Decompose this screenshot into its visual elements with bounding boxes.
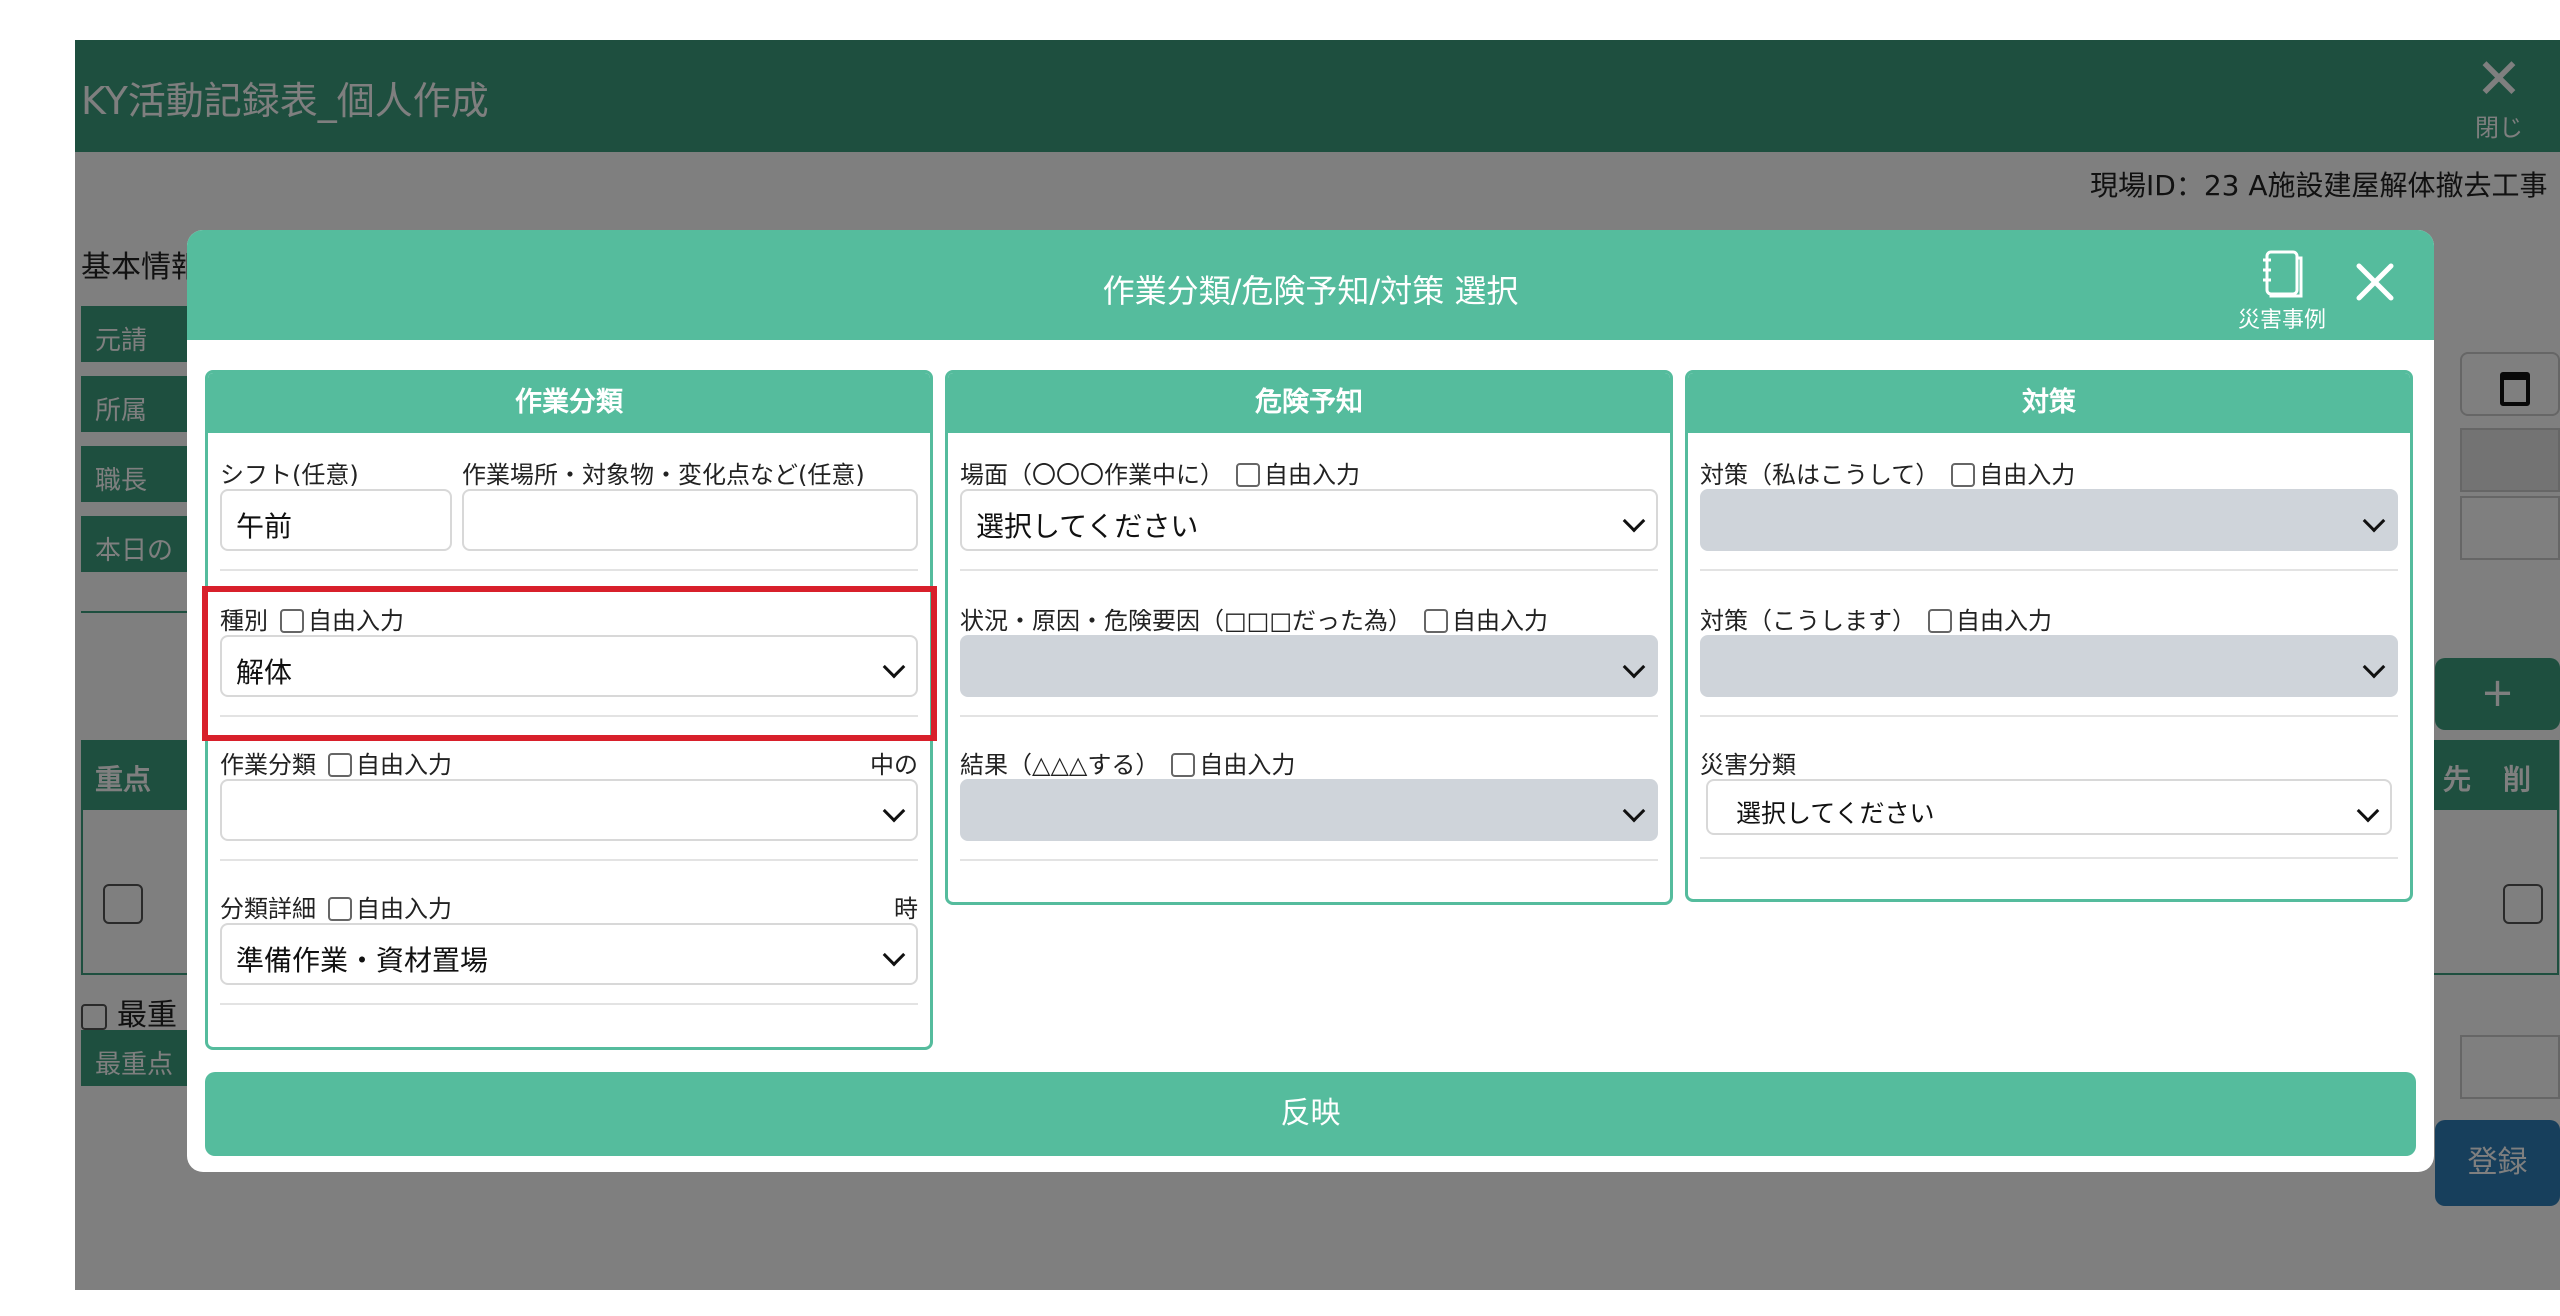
chevron-down-icon [1622,799,1646,823]
apply-button[interactable]: 反映 [205,1072,2416,1156]
free-input-label: 自由入力 [356,751,452,779]
close-icon[interactable] [2345,252,2405,312]
notebook-icon [2263,250,2303,298]
free-input-label: 自由入力 [1199,751,1296,779]
chevron-down-icon [1622,655,1646,679]
panel-title: 作業分類 [208,373,930,433]
free-input-label: 自由入力 [1979,461,2076,489]
chevron-down-icon [882,799,906,823]
cause-select[interactable] [960,635,1658,697]
free-input-checkbox[interactable] [328,753,352,777]
scene-select[interactable]: 選択してください [960,489,1658,551]
detail-select-value: 準備作業・資材置場 [236,944,489,977]
measure-we-label: 対策（こうします） 自由入力 [1700,601,2052,636]
result-select[interactable] [960,779,1658,841]
chevron-down-icon [882,943,906,967]
measure-me-select[interactable] [1700,489,2398,551]
modal-title: 作業分類/危険予知/対策 選択 [1102,272,1519,310]
category-right-text: 中の [870,751,918,779]
shift-input[interactable]: 午前 [220,489,452,551]
measure-me-label-text: 対策（私はこうして） [1700,461,1940,489]
category-label: 作業分類 自由入力 [220,745,452,780]
place-label: 作業場所・対象物・変化点など(任意) [462,461,865,489]
disaster-examples-label: 災害事例 [2237,308,2326,333]
measures-panel: 対策 対策（私はこうして） 自由入力 対策（こうします） 自由入力 災害分類 選択し… [1685,370,2413,902]
free-input-checkbox[interactable] [1236,463,1260,487]
divider [220,1003,918,1005]
measure-we-select[interactable] [1700,635,2398,697]
category-label-text: 作業分類 [220,751,316,779]
panel-title: 対策 [1688,373,2410,433]
free-input-checkbox[interactable] [1928,609,1952,633]
divider [960,569,1658,571]
detail-select[interactable]: 準備作業・資材置場 [220,923,918,985]
disaster-category-label: 災害分類 [1700,751,1796,779]
divider [960,859,1658,861]
free-input-label: 自由入力 [356,895,452,923]
cause-row: 状況・原因・危険要因（□□□だった為） 自由入力 [960,601,1658,701]
category-row: 作業分類 自由入力 中の [220,745,918,845]
place-input[interactable] [462,489,918,551]
divider [1700,569,2398,571]
chevron-down-icon [1622,509,1646,533]
detail-row: 分類詳細 自由入力 時 準備作業・資材置場 [220,889,918,989]
panel-title: 危険予知 [948,373,1670,433]
scene-label-text: 場面（〇〇〇作業中に） [960,461,1224,489]
modal-header: 作業分類/危険予知/対策 選択 災害事例 [187,230,2434,340]
measure-we-label-text: 対策（こうします） [1700,607,1916,635]
divider [1700,857,2398,859]
detail-label: 分類詳細 自由入力 [220,889,452,924]
shift-place-row: シフト(任意) 作業場所・対象物・変化点など(任意) 午前 [220,455,918,555]
free-input-label: 自由入力 [1956,607,2052,635]
detail-label-text: 分類詳細 [220,895,316,923]
highlight-box [202,586,937,741]
free-input-checkbox[interactable] [1951,463,1976,487]
scene-row: 場面（〇〇〇作業中に） 自由入力 選択してください [960,455,1658,555]
disaster-examples-button[interactable]: 災害事例 [2227,248,2337,334]
free-input-checkbox[interactable] [1424,609,1449,633]
result-row: 結果（△△△する） 自由入力 [960,745,1658,845]
chevron-down-icon [2362,509,2386,533]
detail-right-text: 時 [894,895,918,923]
chevron-down-icon [2362,655,2386,679]
free-input-checkbox[interactable] [328,897,352,921]
scene-select-value: 選択してください [976,510,1199,543]
free-input-label: 自由入力 [1264,461,1360,489]
divider [220,859,918,861]
disaster-category-value: 選択してください [1736,799,1935,828]
measure-me-row: 対策（私はこうして） 自由入力 [1700,455,2398,555]
free-input-label: 自由入力 [1452,607,1549,635]
divider [1700,715,2398,717]
result-label-text: 結果（△△△する） [960,751,1160,779]
category-select[interactable] [220,779,918,841]
free-input-checkbox[interactable] [1171,753,1196,777]
result-label: 結果（△△△する） 自由入力 [960,745,1295,780]
cause-label-text: 状況・原因・危険要因（□□□だった為） [960,607,1413,635]
cause-label: 状況・原因・危険要因（□□□だった為） 自由入力 [960,601,1548,636]
chevron-down-icon [2356,799,2380,823]
divider [960,715,1658,717]
scene-label: 場面（〇〇〇作業中に） 自由入力 [960,455,1360,490]
shift-label: シフト(任意) [220,461,359,489]
danger-prediction-panel: 危険予知 場面（〇〇〇作業中に） 自由入力 選択してください 状況・原因・危険要因… [945,370,1673,905]
measure-me-label: 対策（私はこうして） 自由入力 [1700,455,2075,490]
divider [220,569,918,571]
measure-we-row: 対策（こうします） 自由入力 [1700,601,2398,701]
disaster-category-select[interactable]: 選択してください [1706,779,2392,835]
disaster-category-row: 災害分類 選択してください [1700,745,2398,845]
